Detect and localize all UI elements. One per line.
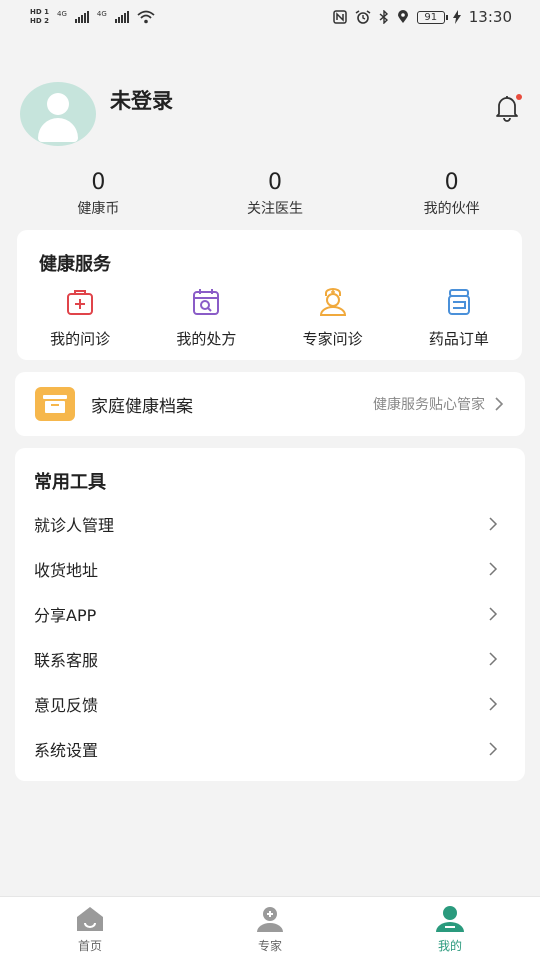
- family-health-archive-card[interactable]: 家庭健康档案 健康服务贴心管家: [15, 372, 525, 436]
- tab-experts[interactable]: 专家: [180, 897, 360, 960]
- tool-contact-support[interactable]: 联系客服: [15, 636, 525, 681]
- stat-health-coins[interactable]: 0 健康币: [10, 170, 187, 218]
- archive-subtitle: 健康服务贴心管家: [373, 397, 485, 413]
- doctor-tab-icon: [257, 907, 283, 932]
- service-label: 专家问诊: [302, 330, 363, 348]
- health-services-title: 健康服务: [39, 254, 111, 275]
- service-label: 我的问诊: [50, 330, 111, 348]
- sim2-label: HD 2: [30, 17, 49, 25]
- stat-followed-doctors[interactable]: 0 关注医生: [187, 170, 364, 218]
- bluetooth-icon: [379, 10, 388, 24]
- alarm-icon: [355, 10, 371, 24]
- tool-shipping-address[interactable]: 收货地址: [15, 546, 525, 591]
- service-label: 我的处方: [176, 330, 237, 348]
- tab-label: 我的: [437, 939, 462, 953]
- wifi-icon: [137, 10, 155, 24]
- tool-system-settings[interactable]: 系统设置: [15, 726, 525, 771]
- user-avatar-icon[interactable]: [20, 82, 96, 146]
- doctor-icon: [319, 288, 346, 316]
- services-row: 我的问诊 我的处方 专家问诊 药品订单: [17, 286, 522, 349]
- tool-label: 分享APP: [34, 605, 97, 625]
- stat-my-partners[interactable]: 0 我的伙伴: [363, 170, 540, 218]
- stat-label: 健康币: [77, 201, 120, 217]
- profile-tab-icon: [436, 906, 464, 932]
- calendar-search-icon: [193, 289, 220, 315]
- stats-row: 0 健康币 0 关注医生 0 我的伙伴: [0, 170, 540, 218]
- medicine-bottle-icon: [447, 289, 470, 315]
- chevron-right-icon: [489, 606, 498, 621]
- bottom-tab-bar: 首页 专家 我的: [0, 896, 540, 960]
- signal-icon: [114, 11, 129, 23]
- chevron-right-icon: [495, 397, 504, 411]
- stat-label: 关注医生: [247, 201, 303, 217]
- chevron-right-icon: [489, 561, 498, 576]
- service-label: 药品订单: [428, 330, 489, 348]
- health-services-card: 健康服务 我的问诊 我的处方 专家问诊 药品订单: [17, 230, 522, 360]
- service-expert-consultation[interactable]: 专家问诊: [270, 286, 396, 349]
- stat-label: 我的伙伴: [423, 201, 480, 217]
- status-bar: HD 1 HD 2 4G 4G 91 13:30: [0, 0, 540, 34]
- chevron-right-icon: [489, 651, 498, 666]
- tab-mine[interactable]: 我的: [360, 897, 540, 960]
- common-tools-card: 常用工具 就诊人管理 收货地址 分享APP 联系客服 意见反馈 系统设置: [15, 448, 525, 781]
- tool-label: 联系客服: [34, 650, 99, 670]
- tool-list: 就诊人管理 收货地址 分享APP 联系客服 意见反馈 系统设置: [15, 501, 525, 771]
- stat-value: 0: [91, 170, 106, 195]
- location-icon: [397, 10, 408, 23]
- chevron-right-icon: [489, 741, 498, 756]
- tab-label: 专家: [257, 939, 282, 953]
- bell-icon[interactable]: [494, 94, 522, 122]
- tool-label: 系统设置: [34, 740, 99, 760]
- archive-box-icon: [35, 387, 75, 421]
- status-left: HD 1 HD 2 4G 4G: [30, 8, 155, 26]
- service-my-prescriptions[interactable]: 我的处方: [143, 286, 269, 349]
- nfc-icon: [333, 10, 347, 24]
- service-medicine-orders[interactable]: 药品订单: [396, 286, 522, 349]
- chevron-right-icon: [489, 696, 498, 711]
- common-tools-title: 常用工具: [34, 472, 106, 493]
- notification-dot: [516, 94, 522, 100]
- tab-label: 首页: [77, 939, 102, 953]
- tool-patient-management[interactable]: 就诊人管理: [15, 501, 525, 546]
- battery-indicator: 91: [416, 10, 448, 24]
- home-icon: [77, 907, 103, 931]
- archive-title: 家庭健康档案: [91, 396, 193, 417]
- network-type-2: 4G: [96, 10, 107, 18]
- tool-share-app[interactable]: 分享APP: [15, 591, 525, 636]
- profile-header[interactable]: 未登录: [20, 82, 173, 146]
- username-label[interactable]: 未登录: [110, 85, 173, 115]
- network-type-1: 4G: [56, 10, 67, 18]
- tool-label: 意见反馈: [34, 695, 99, 715]
- tab-home[interactable]: 首页: [0, 897, 180, 960]
- chevron-right-icon: [489, 516, 498, 531]
- sim-indicator: HD 1 HD 2: [30, 8, 49, 26]
- medical-kit-icon: [67, 290, 94, 315]
- charging-icon: [452, 10, 461, 24]
- status-right: 91 13:30: [333, 8, 512, 26]
- tool-label: 就诊人管理: [34, 515, 115, 535]
- sim1-label: HD 1: [30, 8, 49, 16]
- status-time: 13:30: [468, 8, 512, 26]
- tool-label: 收货地址: [34, 560, 99, 580]
- stat-value: 0: [444, 170, 459, 195]
- signal-icon: [74, 11, 89, 23]
- stat-value: 0: [268, 170, 282, 195]
- tool-feedback[interactable]: 意见反馈: [15, 681, 525, 726]
- service-my-consultations[interactable]: 我的问诊: [17, 286, 143, 349]
